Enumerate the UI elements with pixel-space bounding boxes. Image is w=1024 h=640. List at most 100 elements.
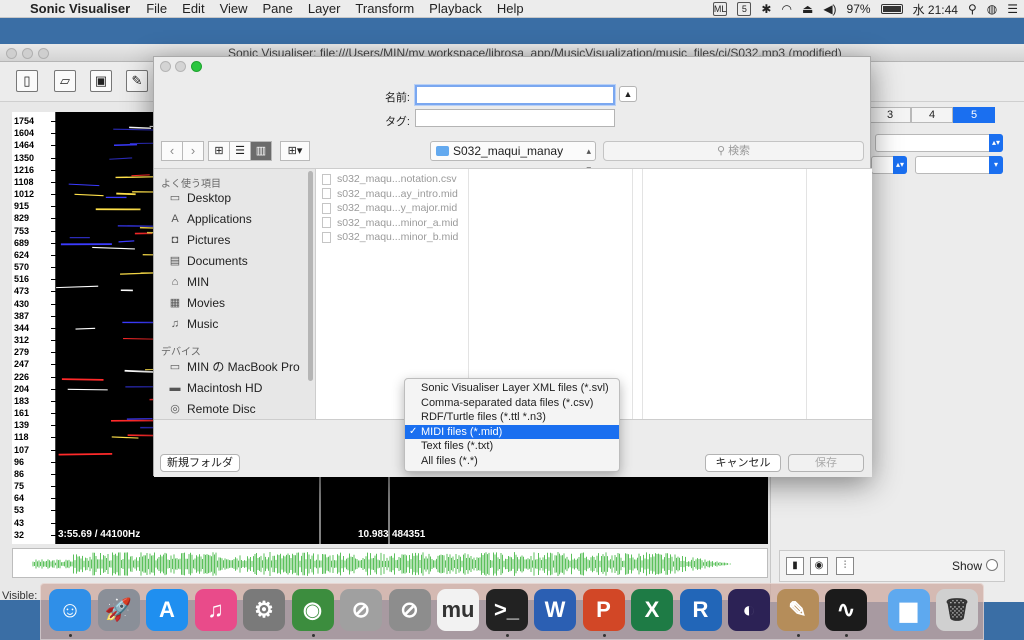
- prohibited-app-2-icon[interactable]: ⊘: [388, 589, 431, 631]
- save-icon[interactable]: ▣: [90, 70, 112, 92]
- file-item[interactable]: s032_maqu...y_major.mid: [322, 201, 457, 215]
- sonic-visualiser-icon[interactable]: ∿: [825, 589, 867, 631]
- show-toggle[interactable]: [986, 559, 998, 571]
- menu-file[interactable]: File: [146, 1, 167, 16]
- eclipse-icon[interactable]: ◐: [728, 589, 770, 631]
- menu-edit[interactable]: Edit: [182, 1, 204, 16]
- word-icon[interactable]: W: [534, 589, 576, 631]
- dialog-close-button[interactable]: [160, 61, 171, 72]
- save-as-icon[interactable]: ✎: [126, 70, 148, 92]
- sidebar-item-remote-disc[interactable]: ◎ Remote Disc: [168, 400, 256, 418]
- trash-icon[interactable]: 🗑: [936, 589, 978, 631]
- prohibited-app-1-icon[interactable]: ⊘: [340, 589, 382, 631]
- file-item[interactable]: s032_maqu...minor_a.mid: [322, 216, 458, 230]
- menu-playback[interactable]: Playback: [429, 1, 482, 16]
- chevron-up-icon[interactable]: ▲: [619, 86, 637, 102]
- volume-icon[interactable]: ◀): [823, 2, 836, 16]
- new-folder-button[interactable]: 新規フォルダ: [160, 454, 240, 472]
- icon-view-button[interactable]: ⊞: [208, 141, 230, 161]
- eject-icon[interactable]: ⏏: [802, 2, 813, 16]
- save-button[interactable]: 保存: [788, 454, 864, 472]
- gallery-view-button[interactable]: ⊞▾: [280, 141, 310, 161]
- play-layer-icon[interactable]: ◉: [810, 557, 828, 575]
- tab-4[interactable]: 4: [911, 107, 953, 123]
- five-status-icon[interactable]: 5: [737, 2, 752, 16]
- spotlight-icon[interactable]: ⚲: [968, 2, 977, 16]
- app-store-icon[interactable]: A: [146, 589, 188, 631]
- sidebar-item-applications[interactable]: A Applications: [168, 210, 251, 228]
- sidebar-item-macbook-pro[interactable]: ▭ MIN の MacBook Pro: [168, 358, 300, 376]
- downloads-folder-icon[interactable]: ▆: [887, 589, 930, 631]
- back-button[interactable]: ‹: [161, 141, 183, 161]
- name-field[interactable]: [415, 85, 615, 105]
- file-item[interactable]: s032_maqu...ay_intro.mid: [322, 187, 458, 201]
- launchpad-icon[interactable]: 🚀: [97, 589, 140, 631]
- sidebar-item-movies[interactable]: ▦ Movies: [168, 294, 225, 312]
- notification-center-icon[interactable]: ☰: [1007, 2, 1018, 16]
- gain-icon[interactable]: ⫶: [836, 557, 854, 575]
- menu-view[interactable]: View: [220, 1, 248, 16]
- dialog-minimize-button[interactable]: [175, 61, 186, 72]
- r-icon[interactable]: R: [679, 589, 722, 631]
- file-item[interactable]: s032_maqu...notation.csv: [322, 172, 457, 186]
- property-select-2[interactable]: ▴▾: [871, 156, 907, 174]
- cancel-button[interactable]: キャンセル: [705, 454, 781, 472]
- new-file-icon[interactable]: ▯: [16, 70, 38, 92]
- dialog-zoom-button[interactable]: [191, 61, 202, 72]
- sidebar-item-documents[interactable]: ▤ Documents: [168, 252, 248, 270]
- app-menu[interactable]: Sonic Visualiser: [30, 1, 130, 16]
- menu-transform[interactable]: Transform: [355, 1, 414, 16]
- menu-layer[interactable]: Layer: [308, 1, 341, 16]
- wifi-icon[interactable]: ◠: [781, 2, 791, 16]
- sidebar-item-macintosh-hd[interactable]: ▬ Macintosh HD: [168, 379, 263, 397]
- siri-icon[interactable]: ◍: [987, 2, 997, 16]
- column-view-button[interactable]: ▥: [250, 141, 272, 161]
- file-type-option-ttl[interactable]: RDF/Turtle files (*.ttl *.n3): [405, 410, 619, 425]
- excel-icon[interactable]: X: [631, 589, 673, 631]
- terminal-icon[interactable]: >_: [485, 589, 528, 631]
- file-type-option-mid[interactable]: ✓ MIDI files (*.mid): [405, 424, 619, 439]
- sidebar-scrollbar[interactable]: [308, 171, 313, 381]
- itunes-icon[interactable]: ♫: [194, 589, 237, 631]
- column-divider[interactable]: [632, 169, 633, 420]
- search-field[interactable]: ⚲ 検索: [603, 141, 864, 161]
- tab-3[interactable]: 3: [869, 107, 911, 123]
- bluetooth-icon[interactable]: ✱: [761, 2, 771, 16]
- column-divider[interactable]: [642, 169, 643, 420]
- folder-popup[interactable]: S032_maqui_manay ▴▾: [430, 141, 596, 174]
- file-type-option-txt[interactable]: Text files (*.txt): [405, 439, 619, 454]
- preview-icon[interactable]: ✎: [776, 589, 819, 631]
- file-item[interactable]: s032_maqu...minor_b.mid: [322, 230, 458, 244]
- list-view-button[interactable]: ☰: [229, 141, 251, 161]
- window-minimize-button[interactable]: [22, 48, 33, 59]
- system-preferences-icon[interactable]: ⚙: [243, 589, 285, 631]
- sidebar-item-music[interactable]: ♫ Music: [168, 315, 218, 333]
- tab-5[interactable]: 5: [953, 107, 995, 123]
- file-type-option-all[interactable]: All files (*.*): [405, 454, 619, 469]
- sidebar-item-desktop[interactable]: ▭ Desktop: [168, 189, 231, 207]
- sidebar-item-min[interactable]: ⌂ MIN: [168, 273, 209, 291]
- chrome-icon[interactable]: ◉: [291, 589, 334, 631]
- property-select-3[interactable]: ▾: [915, 156, 1003, 174]
- column-divider[interactable]: [806, 169, 807, 420]
- window-close-button[interactable]: [6, 48, 17, 59]
- menu-help[interactable]: Help: [497, 1, 524, 16]
- powerpoint-icon[interactable]: P: [582, 589, 625, 631]
- waveform-overview[interactable]: [12, 548, 768, 578]
- property-select-1[interactable]: ▴▾: [875, 134, 1003, 152]
- file-type-option-csv[interactable]: Comma-separated data files (*.csv): [405, 396, 619, 411]
- forward-button[interactable]: ›: [182, 141, 204, 161]
- layer-type-icon[interactable]: ▮: [786, 557, 804, 575]
- tags-field[interactable]: [415, 109, 615, 127]
- battery-percent[interactable]: 97%: [847, 2, 871, 16]
- sidebar-item-pictures[interactable]: ◘ Pictures: [168, 231, 231, 249]
- open-folder-icon[interactable]: ▱: [54, 70, 76, 92]
- waveform-canvas[interactable]: [13, 549, 768, 578]
- file-type-option-svl[interactable]: Sonic Visualiser Layer XML files (*.svl): [405, 381, 619, 396]
- menu-pane[interactable]: Pane: [263, 1, 293, 16]
- ml-status-icon[interactable]: ML: [712, 2, 728, 16]
- clock[interactable]: 水 21:44: [913, 1, 958, 18]
- mu-icon[interactable]: mu: [437, 589, 479, 631]
- finder-icon[interactable]: ☺: [49, 589, 91, 631]
- battery-icon[interactable]: [880, 4, 903, 14]
